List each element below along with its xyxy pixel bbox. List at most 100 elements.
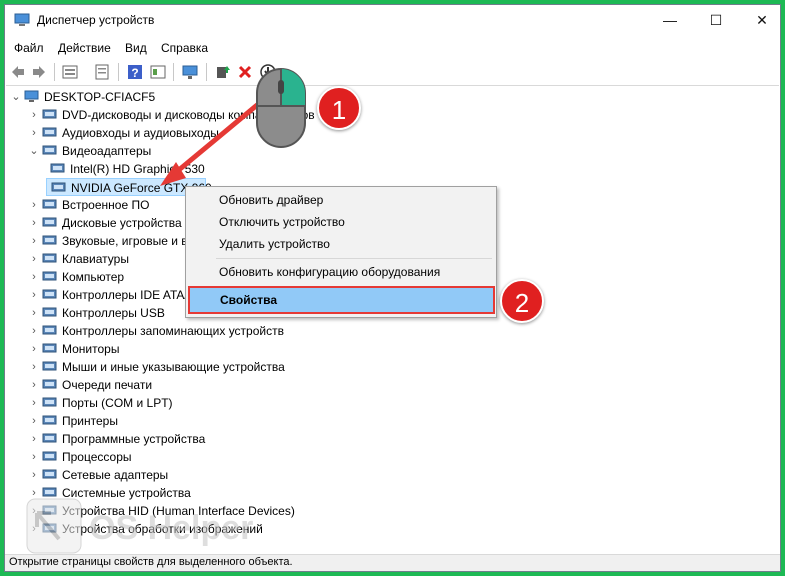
- tree-category-item[interactable]: › Программные устройства: [28, 430, 548, 448]
- tree-category-item[interactable]: › Сетевые адаптеры: [28, 466, 548, 484]
- mouse-icon: [256, 68, 306, 148]
- context-item-update-driver[interactable]: Обновить драйвер: [186, 189, 496, 211]
- help-icon[interactable]: ?: [126, 63, 144, 81]
- context-menu-divider: [216, 258, 492, 259]
- title-bar: Диспетчер устройств — ☐ ✕: [5, 5, 780, 35]
- monitor-icon[interactable]: [181, 63, 199, 81]
- chevron-right-icon[interactable]: ›: [28, 520, 40, 538]
- tree-item-label: Компьютер: [62, 270, 125, 284]
- chevron-down-icon[interactable]: ⌄: [28, 142, 40, 160]
- uninstall-icon[interactable]: [236, 63, 254, 81]
- chevron-right-icon[interactable]: ›: [28, 250, 40, 268]
- minimize-button[interactable]: —: [647, 5, 693, 35]
- chevron-right-icon[interactable]: ›: [28, 106, 40, 124]
- device-category-icon: [42, 270, 57, 283]
- maximize-button[interactable]: ☐: [693, 5, 739, 35]
- details-icon[interactable]: [149, 63, 167, 81]
- context-item-properties[interactable]: Свойства: [188, 286, 495, 314]
- device-category-icon: [42, 414, 57, 427]
- tree-item-label: Контроллеры запоминающих устройств: [62, 324, 284, 338]
- toolbar-divider: [206, 63, 207, 81]
- tree-item-label: Аудиовходы и аудиовыходы: [62, 126, 219, 140]
- tree-item-label: Принтеры: [62, 414, 118, 428]
- device-category-icon: [42, 252, 57, 265]
- toolbar-divider: [173, 63, 174, 81]
- device-category-icon: [42, 360, 57, 373]
- chevron-right-icon[interactable]: ›: [28, 322, 40, 340]
- properties-label: Свойства: [220, 293, 278, 307]
- tree-category-item[interactable]: › Устройства обработки изображений: [28, 520, 548, 538]
- device-category-icon: [42, 342, 57, 355]
- context-item-scan-hardware[interactable]: Обновить конфигурацию оборудования: [186, 261, 496, 283]
- device-category-icon: [42, 450, 57, 463]
- tree-category-item[interactable]: › Системные устройства: [28, 484, 548, 502]
- properties-icon[interactable]: [61, 63, 79, 81]
- tree-device-item[interactable]: NVIDIA GeForce GTX 960: [46, 178, 212, 196]
- chevron-right-icon[interactable]: ›: [28, 196, 40, 214]
- device-list-icon[interactable]: [93, 63, 111, 81]
- chevron-right-icon[interactable]: ›: [28, 376, 40, 394]
- update-driver-icon[interactable]: [214, 63, 232, 81]
- step-1-badge: 1: [317, 86, 361, 130]
- device-category-icon: [42, 522, 57, 535]
- tree-category-item[interactable]: › Очереди печати: [28, 376, 548, 394]
- tree-category-item[interactable]: › Устройства HID (Human Interface Devices…: [28, 502, 548, 520]
- tree-root-label: DESKTOP-CFIACF5: [44, 90, 156, 104]
- step-2-badge: 2: [500, 279, 544, 323]
- close-button[interactable]: ✕: [739, 5, 780, 35]
- device-manager-icon: [14, 13, 30, 26]
- back-arrow-icon[interactable]: [9, 63, 27, 81]
- menu-bar: Файл Действие Вид Справка: [5, 35, 780, 59]
- toolbar-divider: [118, 63, 119, 81]
- device-category-icon: [42, 306, 57, 319]
- svg-text:?: ?: [131, 66, 138, 80]
- toolbar-divider: [54, 63, 55, 81]
- tree-item-label: Мониторы: [62, 342, 120, 356]
- tree-item-label: Видеоадаптеры: [62, 144, 152, 158]
- device-category-icon: [42, 486, 57, 499]
- context-item-uninstall-device[interactable]: Удалить устройство: [186, 233, 496, 255]
- menu-help[interactable]: Справка: [161, 41, 208, 55]
- chevron-right-icon[interactable]: ›: [28, 124, 40, 142]
- tree-item-label: Очереди печати: [62, 378, 153, 392]
- tree-item-label: Контроллеры USB: [62, 306, 165, 320]
- menu-view[interactable]: Вид: [125, 41, 147, 55]
- menu-action[interactable]: Действие: [58, 41, 111, 55]
- chevron-right-icon[interactable]: ›: [28, 430, 40, 448]
- tree-category-item[interactable]: › Мыши и иные указывающие устройства: [28, 358, 548, 376]
- toolbar: ?: [5, 59, 780, 85]
- chevron-right-icon[interactable]: ›: [28, 502, 40, 520]
- tree-item-label: Программные устройства: [62, 432, 206, 446]
- tree-device-item[interactable]: Intel(R) HD Graphics 530: [46, 160, 566, 178]
- chevron-right-icon[interactable]: ›: [28, 466, 40, 484]
- device-category-icon: [42, 216, 57, 229]
- device-category-icon: [50, 162, 65, 175]
- forward-arrow-icon[interactable]: [30, 63, 48, 81]
- tree-item-label: Встроенное ПО: [62, 198, 150, 212]
- chevron-right-icon[interactable]: ›: [28, 394, 40, 412]
- chevron-right-icon[interactable]: ›: [28, 340, 40, 358]
- tree-category-item[interactable]: › Контроллеры запоминающих устройств: [28, 322, 548, 340]
- context-item-disable-device[interactable]: Отключить устройство: [186, 211, 496, 233]
- tree-category-item[interactable]: › Порты (COM и LPT): [28, 394, 548, 412]
- computer-icon: [24, 90, 39, 102]
- tree-category-item[interactable]: › Принтеры: [28, 412, 548, 430]
- chevron-right-icon[interactable]: ›: [28, 412, 40, 430]
- device-category-icon: [42, 378, 57, 391]
- status-text: Открытие страницы свойств для выделенног…: [9, 556, 293, 568]
- chevron-down-icon[interactable]: ⌄: [10, 88, 22, 106]
- chevron-right-icon[interactable]: ›: [28, 484, 40, 502]
- menu-file[interactable]: Файл: [14, 41, 44, 55]
- tree-category-item[interactable]: › Мониторы: [28, 340, 548, 358]
- chevron-right-icon[interactable]: ›: [28, 268, 40, 286]
- chevron-right-icon[interactable]: ›: [28, 286, 40, 304]
- tree-item-label: Устройства обработки изображений: [62, 522, 263, 536]
- tree-category-item[interactable]: › Процессоры: [28, 448, 548, 466]
- chevron-right-icon[interactable]: ›: [28, 214, 40, 232]
- chevron-right-icon[interactable]: ›: [28, 232, 40, 250]
- chevron-right-icon[interactable]: ›: [28, 358, 40, 376]
- tree-item-label: Процессоры: [62, 450, 132, 464]
- chevron-right-icon[interactable]: ›: [28, 304, 40, 322]
- chevron-right-icon[interactable]: ›: [28, 448, 40, 466]
- device-category-icon: [42, 144, 57, 157]
